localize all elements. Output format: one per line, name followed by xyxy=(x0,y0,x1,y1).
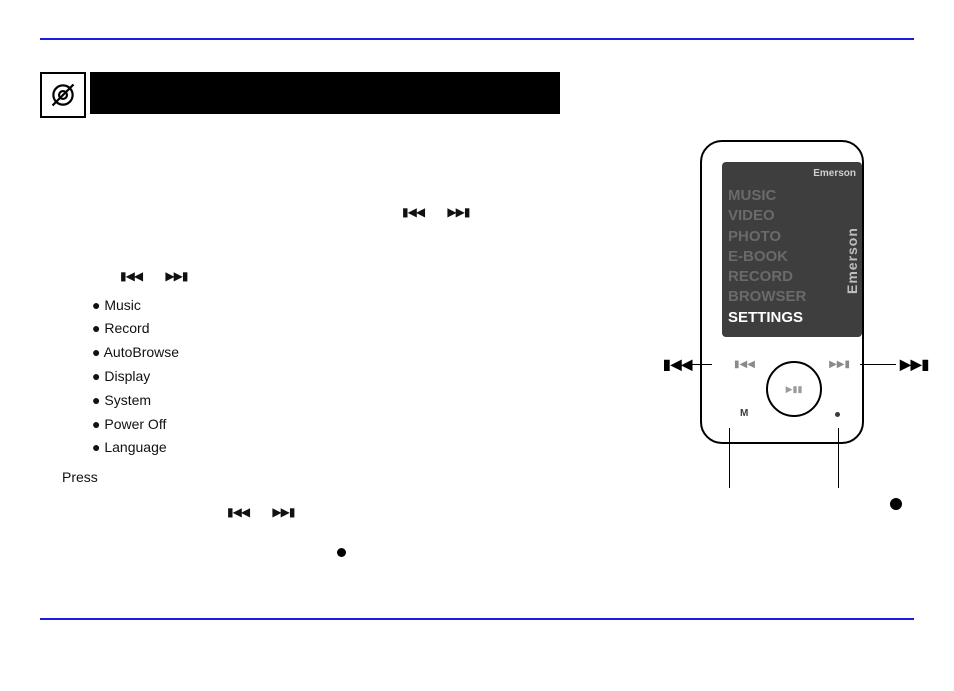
callout-record-dot xyxy=(890,498,902,510)
device-controls: ▮◀◀ ▶▶▮ ▶▮▮ M xyxy=(722,347,862,427)
device-menu-item: E-BOOK xyxy=(728,247,838,267)
prev-icon: ▮◀◀ xyxy=(402,202,424,222)
list-item: AutoBrowse xyxy=(92,341,622,365)
section-title-bar xyxy=(40,72,560,114)
next-icon: ▶▶▮ xyxy=(165,266,187,286)
list-item: Record xyxy=(92,317,622,341)
list-item: Display xyxy=(92,365,622,389)
body-text: ▮◀◀ ▶▶▮ ▮◀◀ ▶▶▮ Music Record AutoBrowse … xyxy=(62,200,622,564)
next-icon: ▶▶▮ xyxy=(272,502,294,522)
callout-line xyxy=(860,364,896,365)
device-menu-item: RECORD xyxy=(728,267,838,287)
callout-line xyxy=(688,364,712,365)
device-menu-item: MUSIC xyxy=(728,186,838,206)
device-brand-top: Emerson xyxy=(722,162,862,184)
next-icon: ▶▶▮ xyxy=(447,202,469,222)
device-menu-item: BROWSER xyxy=(728,287,838,307)
device-m-button: M xyxy=(740,408,748,419)
list-item: Language xyxy=(92,436,622,460)
callout-line xyxy=(729,428,730,488)
device-brand-side: Emerson xyxy=(844,184,862,337)
device-wheel: ▶▮▮ xyxy=(766,361,822,417)
top-rule xyxy=(40,38,914,40)
record-dot-icon xyxy=(337,548,346,557)
settings-options-list: Music Record AutoBrowse Display System P… xyxy=(92,294,622,461)
list-item: Music xyxy=(92,294,622,318)
section-title-fill xyxy=(90,72,560,114)
device-illustration: Emerson MUSIC VIDEO PHOTO E-BOOK RECORD … xyxy=(690,140,870,440)
device-menu-item-selected: SETTINGS xyxy=(728,308,838,328)
device-menu: MUSIC VIDEO PHOTO E-BOOK RECORD BROWSER … xyxy=(722,184,844,337)
bottom-rule xyxy=(40,618,914,620)
list-item: Power Off xyxy=(92,413,622,437)
device-body: Emerson MUSIC VIDEO PHOTO E-BOOK RECORD … xyxy=(700,140,864,444)
device-menu-item: VIDEO xyxy=(728,206,838,226)
device-screen: Emerson MUSIC VIDEO PHOTO E-BOOK RECORD … xyxy=(722,162,862,337)
prev-icon: ▮◀◀ xyxy=(120,266,142,286)
device-prev-icon: ▮◀◀ xyxy=(734,359,755,370)
list-item: System xyxy=(92,389,622,413)
device-menu-item: PHOTO xyxy=(728,227,838,247)
callout-next-icon: ▶▶▮ xyxy=(900,356,929,373)
press-label: Press xyxy=(62,466,622,490)
device-next-icon: ▶▶▮ xyxy=(829,359,850,370)
settings-icon xyxy=(40,72,86,118)
device-record-button xyxy=(835,412,840,417)
prev-icon: ▮◀◀ xyxy=(227,502,249,522)
callout-line xyxy=(838,428,839,488)
